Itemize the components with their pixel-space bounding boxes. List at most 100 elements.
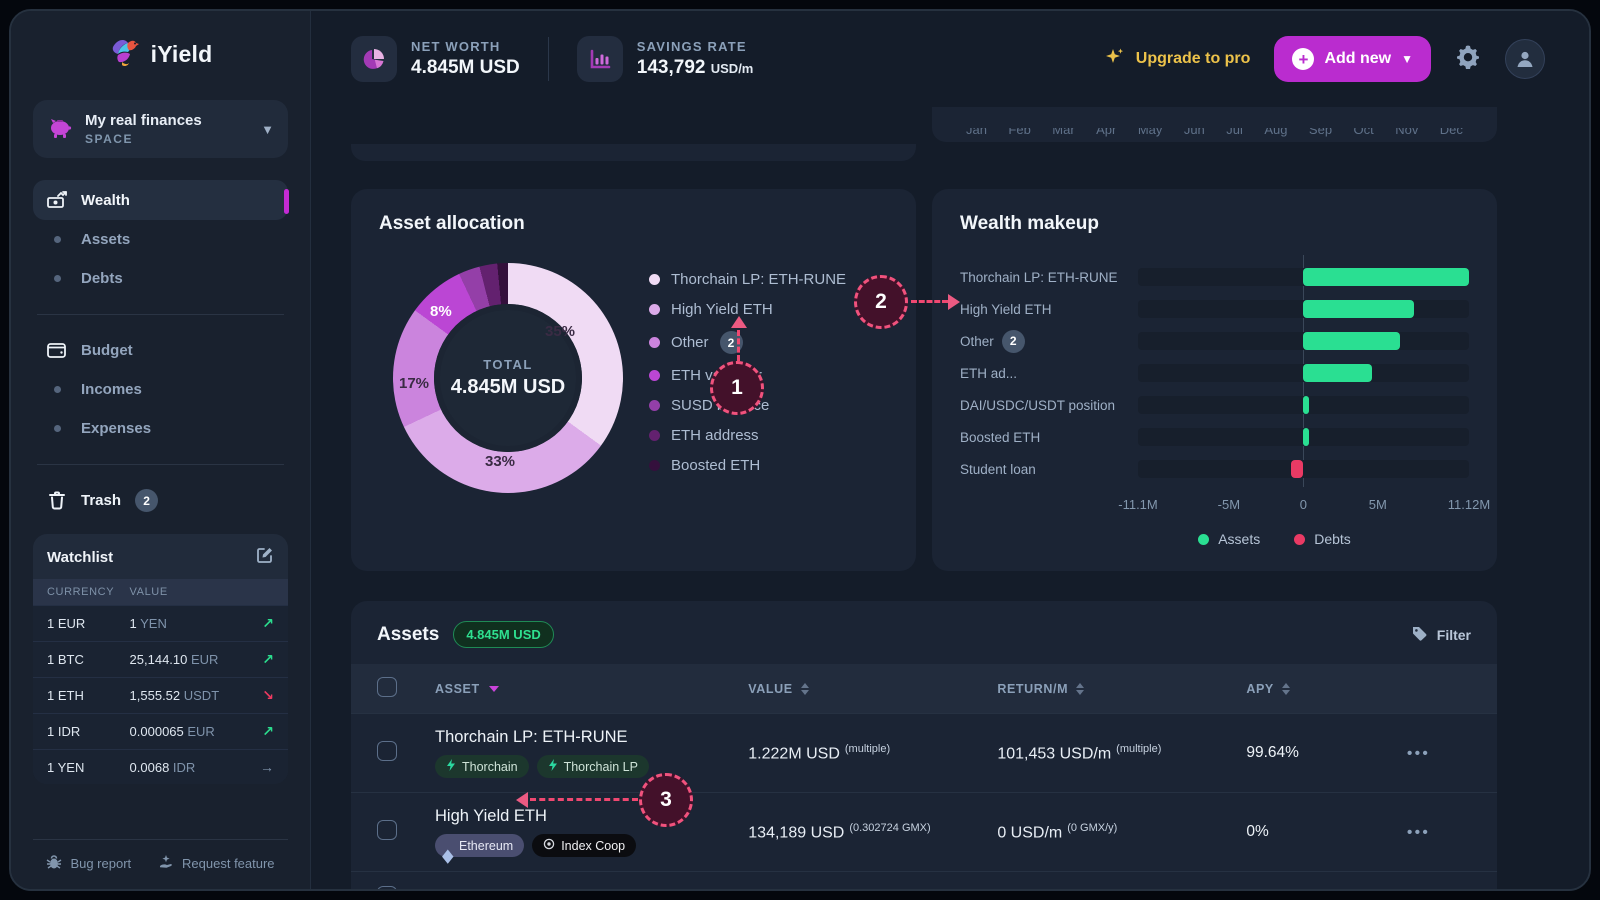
bar-track bbox=[1138, 268, 1469, 286]
asset-return: 101,453 USD/m(multiple) bbox=[997, 743, 1246, 763]
filter-button[interactable]: Filter bbox=[1411, 625, 1471, 645]
assets-total-badge: 4.845M USD bbox=[453, 621, 553, 648]
watchlist-row[interactable]: 1 IDR0.000065 EUR↗ bbox=[33, 713, 288, 749]
bar bbox=[1303, 428, 1308, 446]
edit-icon[interactable] bbox=[256, 546, 274, 569]
space-title: My real finances bbox=[85, 112, 249, 129]
col-apy[interactable]: APY bbox=[1246, 682, 1407, 696]
legend-item[interactable]: SUSD balance bbox=[649, 397, 846, 414]
bar-track bbox=[1138, 396, 1469, 414]
trash-count-badge: 2 bbox=[135, 489, 158, 512]
divider bbox=[548, 37, 549, 81]
user-avatar[interactable] bbox=[1505, 39, 1545, 79]
dot-icon bbox=[54, 275, 61, 282]
row-checkbox[interactable] bbox=[377, 820, 397, 840]
legend-item[interactable]: High Yield ETH bbox=[649, 301, 846, 318]
asset-tag[interactable]: Index Coop bbox=[532, 834, 636, 857]
table-row[interactable]: High Yield ETH◆EthereumIndex Coop134,189… bbox=[351, 792, 1497, 871]
request-feature-icon bbox=[158, 854, 174, 873]
add-new-button[interactable]: + Add new ▼ bbox=[1274, 36, 1431, 82]
legend-item[interactable]: Thorchain LP: ETH-RUNE bbox=[649, 271, 846, 288]
savings-rate-stat: SAVINGS RATE 143,792 USD/m bbox=[577, 36, 754, 82]
legend-item[interactable]: ETH address bbox=[649, 427, 846, 444]
brand-name: iYield bbox=[151, 41, 213, 68]
legend-dot-icon bbox=[649, 274, 660, 285]
wealth-bar-row: Other2 bbox=[960, 325, 1469, 357]
request-feature-link[interactable]: Request feature bbox=[158, 854, 275, 873]
asset-tag[interactable]: ◆Ethereum bbox=[435, 834, 524, 857]
bar bbox=[1303, 300, 1413, 318]
savings-rate-value: 143,792 USD/m bbox=[637, 57, 754, 79]
upgrade-to-pro-button[interactable]: Upgrade to pro bbox=[1104, 46, 1251, 73]
bug-report-link[interactable]: Bug report bbox=[46, 854, 131, 873]
watchlist-row[interactable]: 1 EUR1 YEN↗ bbox=[33, 605, 288, 641]
axis-tick-label: -5M bbox=[1218, 497, 1240, 512]
wealth-bar-row: Student loan bbox=[960, 453, 1469, 485]
wealth-x-axis: -11.1M-5M05M11.12M bbox=[1138, 497, 1469, 517]
sidebar-item-expenses[interactable]: Expenses bbox=[33, 409, 288, 448]
sidebar-item-trash[interactable]: Trash 2 bbox=[33, 481, 288, 520]
hummingbird-logo-icon bbox=[109, 35, 143, 74]
wealth-makeup-title: Wealth makeup bbox=[960, 213, 1469, 235]
sort-icon bbox=[801, 683, 809, 695]
bug-report-label: Bug report bbox=[70, 856, 131, 871]
net-worth-stat: NET WORTH 4.845M USD bbox=[351, 36, 520, 82]
row-checkbox[interactable] bbox=[377, 886, 397, 891]
row-actions-button[interactable]: ••• bbox=[1407, 824, 1471, 841]
donut-total-label: TOTAL bbox=[483, 357, 533, 372]
select-all-checkbox[interactable] bbox=[377, 677, 397, 697]
row-actions-button[interactable]: ••• bbox=[1407, 745, 1471, 762]
space-selector[interactable]: My real finances SPACE ▼ bbox=[33, 100, 288, 158]
nav-label: Incomes bbox=[81, 381, 142, 398]
watchlist-row[interactable]: 1 BTC25,144.10 EUR↗ bbox=[33, 641, 288, 677]
wealth-bar-row: ETH ad... bbox=[960, 357, 1469, 389]
asset-allocation-title: Asset allocation bbox=[379, 213, 888, 235]
sidebar-item-incomes[interactable]: Incomes bbox=[33, 370, 288, 409]
net-worth-label: NET WORTH bbox=[411, 39, 520, 54]
wealth-category-label: DAI/USDC/USDT position bbox=[960, 398, 1138, 413]
asset-tag[interactable]: Thorchain bbox=[435, 755, 529, 778]
legend-label: Debts bbox=[1314, 531, 1351, 547]
table-row[interactable]: Thorchain LP: ETH-RUNEThorchainThorchain… bbox=[351, 713, 1497, 792]
settings-gear-icon[interactable] bbox=[1455, 44, 1481, 75]
month-label: Mar bbox=[1052, 128, 1074, 132]
asset-allocation-card: Asset allocation TOTAL 4.845M USD 35%33%… bbox=[351, 189, 916, 571]
legend-label: ETH address bbox=[671, 427, 759, 444]
legend-item[interactable]: ETH validator bbox=[649, 367, 846, 384]
nav-label: Budget bbox=[81, 342, 133, 359]
col-return[interactable]: RETURN/M bbox=[997, 682, 1246, 696]
row-checkbox[interactable] bbox=[377, 741, 397, 761]
space-subtitle: SPACE bbox=[85, 132, 249, 146]
bolt-icon bbox=[548, 759, 558, 774]
wealth-category-label: High Yield ETH bbox=[960, 302, 1138, 317]
month-label: Sep bbox=[1309, 128, 1332, 132]
nav-label: Assets bbox=[81, 231, 130, 248]
donut-percent-label: 35% bbox=[545, 323, 575, 340]
axis-tick-label: 11.12M bbox=[1448, 497, 1490, 512]
top-header: NET WORTH 4.845M USD bbox=[311, 11, 1589, 107]
sidebar-item-debts[interactable]: Debts bbox=[33, 259, 288, 298]
bar bbox=[1303, 396, 1308, 414]
sidebar-item-budget[interactable]: Budget bbox=[33, 331, 288, 370]
table-row[interactable]: ETH address bbox=[351, 871, 1497, 891]
donut-percent-label: 17% bbox=[399, 375, 429, 392]
count-badge: 2 bbox=[720, 331, 743, 354]
sidebar-item-assets[interactable]: Assets bbox=[33, 220, 288, 259]
wealth-bar-row: High Yield ETH bbox=[960, 293, 1469, 325]
tag-icon bbox=[1411, 625, 1428, 645]
month-label: Jun bbox=[1184, 128, 1205, 132]
chevron-down-icon: ▼ bbox=[261, 122, 274, 137]
wealth-category-label: Other2 bbox=[960, 330, 1138, 353]
month-label: Dec bbox=[1440, 128, 1463, 132]
col-value[interactable]: VALUE bbox=[748, 682, 997, 696]
watchlist-row[interactable]: 1 YEN0.0068 IDR→ bbox=[33, 749, 288, 784]
sidebar-item-wealth[interactable]: Wealth bbox=[33, 180, 288, 220]
dot-icon bbox=[54, 425, 61, 432]
axis-tick-label: -11.1M bbox=[1118, 497, 1158, 512]
sidebar-footer: Bug report Request feature bbox=[33, 839, 288, 875]
legend-item[interactable]: Other2 bbox=[649, 331, 846, 354]
watchlist-row[interactable]: 1 ETH1,555.52 USDT↘ bbox=[33, 677, 288, 713]
asset-tag[interactable]: Thorchain LP bbox=[537, 755, 649, 778]
col-asset[interactable]: ASSET bbox=[435, 682, 748, 696]
legend-item[interactable]: Boosted ETH bbox=[649, 457, 846, 474]
